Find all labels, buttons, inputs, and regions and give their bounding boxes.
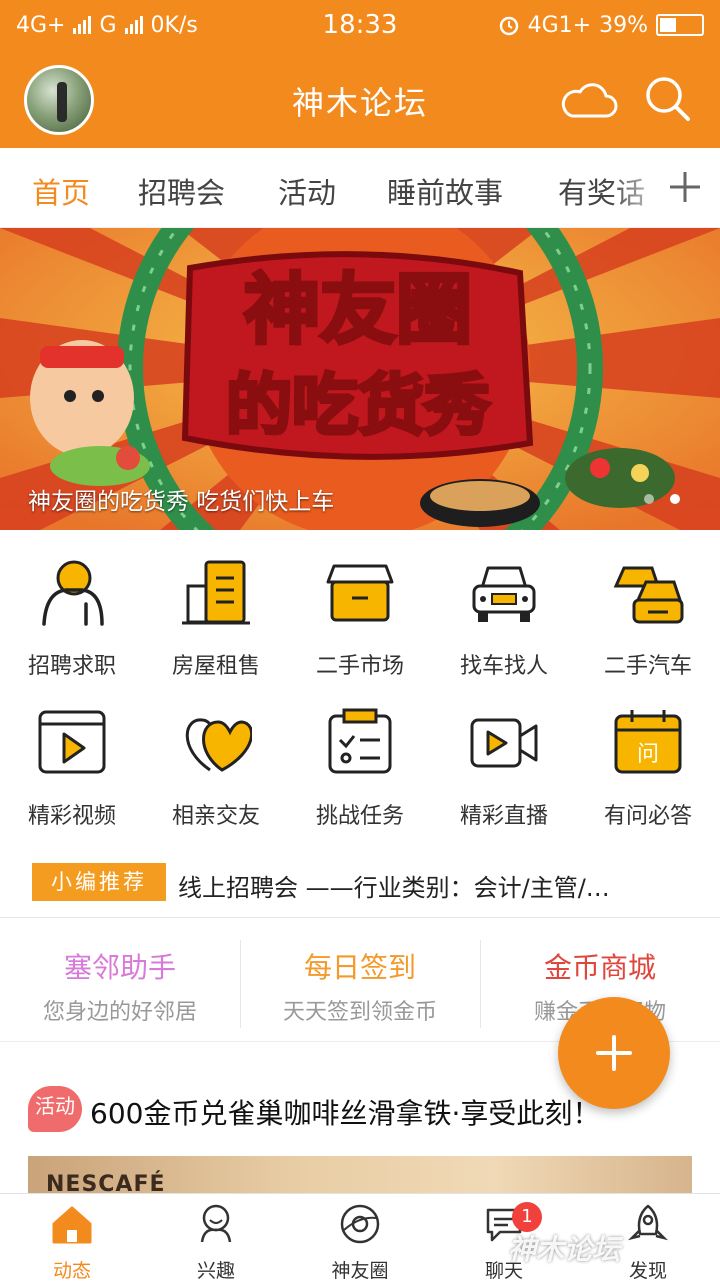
video-icon	[38, 710, 106, 774]
status-time: 18:33	[322, 10, 398, 40]
watermark: 神木论坛	[508, 1233, 621, 1266]
carousel-dot-active[interactable]	[670, 494, 680, 504]
compose-button[interactable]	[558, 997, 670, 1109]
recommend-text: 线上招聘会 ——行业类别：会计/主管/…	[178, 874, 610, 902]
live-camera-icon	[470, 718, 538, 768]
rocket-icon	[627, 1204, 669, 1241]
grid-item-label: 精彩视频	[27, 804, 116, 829]
building-icon	[182, 560, 250, 625]
nav-label: 神友圈	[331, 1260, 389, 1282]
editor-recommendation[interactable]: 小编推荐 线上招聘会 ——行业类别：会计/主管/…	[0, 852, 720, 918]
grid-item-label: 有问必答	[603, 804, 692, 829]
svg-text:神友圈: 神友圈	[244, 265, 472, 354]
cars-icon	[613, 566, 684, 624]
promo-banner[interactable]: 神友圈 的吃货秀 神友圈的吃货秀 吃货们快上车	[0, 228, 720, 530]
feature-subtitle: 天天签到领金币	[282, 1000, 437, 1025]
grid-item-label: 精彩直播	[459, 804, 548, 829]
shop-icon	[326, 564, 394, 622]
banner-caption: 神友圈的吃货秀 吃货们快上车	[28, 489, 335, 515]
grid-item-housing[interactable]: 房屋租售	[144, 540, 288, 690]
svg-text:的吃货秀: 的吃货秀	[226, 367, 490, 444]
grid-item-used-cars[interactable]: 二手汽车	[576, 540, 720, 690]
post-title[interactable]: 600金币兑雀巢咖啡丝滑拿铁·享受此刻！	[90, 1092, 600, 1132]
grid-item-label: 招聘求职	[27, 654, 116, 679]
feature-title: 金币商城	[543, 951, 656, 984]
tab-bar: 首页 招聘会 活动 睡前故事 有奖话	[0, 148, 720, 228]
grid-item-second-hand-market[interactable]: 二手市场	[288, 540, 432, 690]
feature-daily-checkin[interactable]: 每日签到 天天签到领金币	[240, 932, 480, 1032]
grid-item-live[interactable]: 精彩直播	[432, 690, 576, 840]
tab-recruitment[interactable]: 招聘会	[138, 170, 225, 212]
grid-item-label: 二手市场	[315, 654, 404, 679]
grid-item-videos[interactable]: 精彩视频	[0, 690, 144, 840]
category-grid: 招聘求职 房屋租售 二手市场 找车找人 二手汽车 精彩视频 相亲交友 挑战任务 …	[0, 540, 720, 840]
nav-label: 兴趣	[196, 1260, 235, 1282]
grid-item-label: 二手汽车	[603, 654, 692, 679]
tab-home[interactable]: 首页	[32, 170, 90, 212]
feature-title: 塞邻助手	[63, 951, 176, 984]
feature-neighbor-helper[interactable]: 塞邻助手 您身边的好邻居	[0, 932, 240, 1032]
tab-bedtime-stories[interactable]: 睡前故事	[387, 170, 503, 212]
nav-feed[interactable]: 动态	[0, 1194, 144, 1282]
grid-item-challenges[interactable]: 挑战任务	[288, 690, 432, 840]
home-icon	[52, 1206, 92, 1244]
battery-icon	[656, 14, 704, 36]
nav-friends-circle[interactable]: 神友圈	[288, 1194, 432, 1282]
grid-item-label: 找车找人	[459, 654, 548, 679]
feature-title: 每日签到	[303, 951, 416, 984]
nav-label: 动态	[52, 1260, 91, 1282]
grid-item-find-car[interactable]: 找车找人	[432, 540, 576, 690]
feature-subtitle: 您身边的好邻居	[42, 1000, 197, 1025]
recommend-badge: 小编推荐	[32, 863, 166, 901]
task-icon	[328, 708, 392, 774]
grid-item-jobs[interactable]: 招聘求职	[0, 540, 144, 690]
activity-tag: 活动	[28, 1086, 82, 1132]
grid-item-qa[interactable]: 问 有问必答	[576, 690, 720, 840]
carousel-dot[interactable]	[644, 494, 654, 504]
grid-item-label: 挑战任务	[315, 804, 404, 829]
plus-icon	[596, 1035, 632, 1071]
person-icon	[42, 560, 104, 626]
search-icon[interactable]	[643, 74, 691, 122]
planet-icon	[340, 1204, 380, 1244]
interest-icon	[200, 1204, 232, 1243]
car-icon	[472, 566, 536, 622]
grid-item-label: 房屋租售	[171, 654, 260, 679]
nav-interest[interactable]: 兴趣	[144, 1194, 288, 1282]
hearts-icon	[185, 718, 252, 772]
calendar-question-icon: 问	[614, 710, 682, 774]
tab-activities[interactable]: 活动	[278, 170, 336, 212]
cloud-icon[interactable]	[558, 78, 618, 120]
grid-item-label: 相亲交友	[171, 804, 260, 829]
svg-text:问: 问	[637, 742, 659, 767]
add-tab-icon[interactable]	[660, 162, 710, 212]
status-bar: 4G+ G 0K/s 18:33 4G1+ 39%	[0, 0, 720, 50]
app-bar: 神木论坛	[0, 50, 720, 148]
grid-item-dating[interactable]: 相亲交友	[144, 690, 288, 840]
